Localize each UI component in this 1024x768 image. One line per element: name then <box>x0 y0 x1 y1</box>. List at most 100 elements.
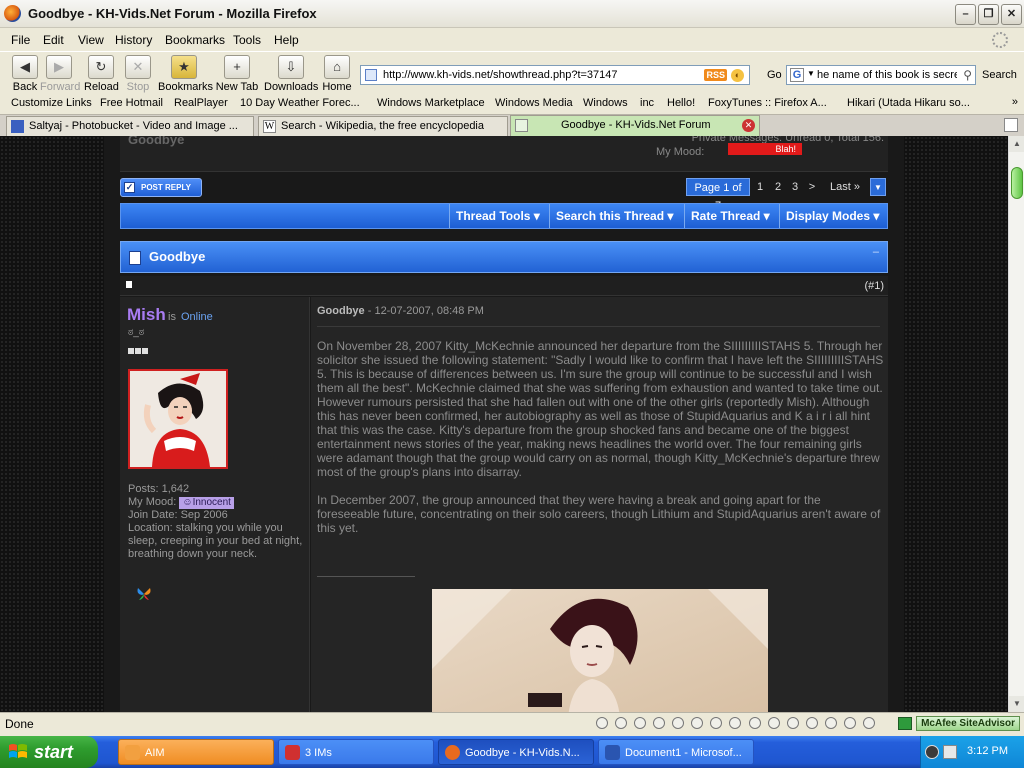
user-avatar[interactable] <box>128 369 228 469</box>
bookmarks-button[interactable]: ★ Bookmarks <box>158 55 213 93</box>
media-control-icon[interactable] <box>824 717 837 729</box>
rate-thread-menu[interactable]: Rate Thread ▾ <box>684 204 779 228</box>
collapse-button[interactable]: – <box>873 246 879 258</box>
bookmark-item[interactable]: Free Hotmail <box>100 97 163 109</box>
back-button[interactable]: ◀ Back <box>10 55 40 93</box>
start-button[interactable]: start <box>0 736 98 768</box>
scrollbar-thumb[interactable] <box>1011 167 1023 199</box>
msn-butterfly-icon[interactable] <box>136 587 152 601</box>
search-button[interactable]: Search <box>982 69 1017 81</box>
bookmark-item[interactable]: Customize Links <box>11 97 92 109</box>
downloads-label: Downloads <box>264 81 319 93</box>
media-control-icon[interactable] <box>862 717 875 729</box>
siteadvisor-icon[interactable] <box>898 717 912 730</box>
page-link[interactable]: 1 <box>754 178 766 196</box>
menu-edit[interactable]: Edit <box>43 33 64 47</box>
media-control-icon[interactable] <box>615 717 628 729</box>
vertical-scrollbar[interactable]: ▲ ▼ <box>1008 136 1024 712</box>
media-control-icon[interactable] <box>805 717 818 729</box>
start-label: start <box>34 742 74 762</box>
media-control-icon[interactable] <box>786 717 799 729</box>
forward-button[interactable]: ▶ Forward <box>40 55 80 93</box>
media-control-icon[interactable] <box>748 717 761 729</box>
user-post-count: Posts: 1,642 <box>128 483 190 495</box>
maximize-button[interactable]: ❐ <box>978 4 999 25</box>
media-control-icon[interactable] <box>596 717 608 729</box>
taskbar-item-firefox[interactable]: Goodbye - KH-Vids.N... <box>438 739 594 765</box>
tray-security-icon[interactable] <box>943 745 957 759</box>
feed-icon[interactable]: ◐ <box>731 69 744 82</box>
taskbar-item-word[interactable]: Document1 - Microsof... <box>598 739 754 765</box>
rss-icon[interactable]: RSS <box>704 69 727 81</box>
stop-button[interactable]: ✕ Stop <box>124 55 152 93</box>
new-tab-button[interactable]: + New Tab <box>215 55 259 93</box>
media-control-icon[interactable] <box>710 717 723 729</box>
bookmark-item[interactable]: Hikari (Utada Hikaru so... <box>847 97 970 109</box>
thread-tools-menu[interactable]: Thread Tools ▾ <box>449 204 548 228</box>
media-control-icon[interactable] <box>729 717 742 729</box>
go-button[interactable]: Go <box>767 69 782 81</box>
menu-history[interactable]: History <box>115 33 152 47</box>
bookmark-item[interactable]: 10 Day Weather Forec... <box>240 97 360 109</box>
tab-goodbye-forum[interactable]: Goodbye - KH-Vids.Net Forum ✕ <box>510 115 760 136</box>
taskbar-item-aim[interactable]: AIM <box>118 739 274 765</box>
media-control-icon[interactable] <box>691 717 704 729</box>
menu-bookmarks[interactable]: Bookmarks <box>165 33 225 47</box>
last-page-link[interactable]: Last » <box>824 178 866 196</box>
tray-arrow-icon[interactable] <box>925 745 939 759</box>
reload-button[interactable]: ↻ Reload <box>84 55 119 93</box>
media-control-icon[interactable] <box>634 717 647 729</box>
downloads-button[interactable]: ⇩ Downloads <box>264 55 318 93</box>
home-label: Home <box>322 81 352 93</box>
search-thread-menu[interactable]: Search this Thread ▾ <box>549 204 683 228</box>
search-icon[interactable]: ⚲ <box>963 68 972 82</box>
tab-photobucket[interactable]: Saltyaj - Photobucket - Video and Image … <box>6 116 254 136</box>
page-link[interactable]: 3 <box>789 178 801 196</box>
display-modes-menu[interactable]: Display Modes ▾ <box>779 204 887 228</box>
bookmark-item[interactable]: Windows Marketplace <box>377 97 485 109</box>
media-control-icon[interactable] <box>843 717 856 729</box>
page-link[interactable]: 2 <box>772 178 784 196</box>
firefox-icon <box>445 745 460 760</box>
media-control-icon[interactable] <box>767 717 780 729</box>
username-link[interactable]: Mish <box>127 305 166 325</box>
close-tab-icon[interactable]: ✕ <box>742 119 755 132</box>
chevron-down-icon[interactable]: ▼ <box>807 69 815 78</box>
menu-tools[interactable]: Tools <box>233 33 261 47</box>
google-icon[interactable]: G <box>790 68 804 82</box>
menu-bar: File Edit View History Bookmarks Tools H… <box>0 29 1024 51</box>
scroll-down-icon[interactable]: ▼ <box>1009 696 1024 712</box>
bookmark-item[interactable]: inc <box>640 97 654 109</box>
stop-label: Stop <box>126 81 150 93</box>
scroll-up-icon[interactable]: ▲ <box>1009 136 1024 152</box>
bookmarks-overflow-button[interactable]: » <box>1012 96 1018 108</box>
breadcrumb-thread-title[interactable]: Goodbye <box>128 136 184 147</box>
taskbar-item-ims[interactable]: 3 IMs <box>278 739 434 765</box>
bookmark-item[interactable]: FoxyTunes :: Firefox A... <box>708 97 827 109</box>
menu-help[interactable]: Help <box>274 33 299 47</box>
page-dropdown-icon[interactable]: ▼ <box>870 178 886 196</box>
search-field[interactable]: G ▼ he name of this book is secre ⚲ <box>786 65 976 85</box>
menu-file[interactable]: File <box>11 33 30 47</box>
bookmark-item[interactable]: Windows <box>583 97 628 109</box>
post-reply-button[interactable]: ✓ POST REPLY <box>120 178 202 197</box>
minimize-button[interactable]: – <box>955 4 976 25</box>
online-status: Online <box>181 311 213 323</box>
checkmark-icon: ✓ <box>124 182 135 193</box>
user-title: ಠ_ಠ <box>128 327 145 338</box>
address-bar[interactable]: http://www.kh-vids.net/showthread.php?t=… <box>360 65 750 85</box>
media-control-icon[interactable] <box>672 717 685 729</box>
close-button[interactable]: ✕ <box>1001 4 1022 25</box>
home-button[interactable]: ⌂ Home <box>322 55 352 93</box>
next-page-link[interactable]: > <box>806 178 818 196</box>
page-viewport: Goodbye Private Messages: Unread 0, Tota… <box>0 136 1008 712</box>
bookmark-item[interactable]: Hello! <box>667 97 695 109</box>
mcafee-siteadvisor-button[interactable]: McAfee SiteAdvisor <box>916 716 1020 731</box>
bookmark-item[interactable]: Windows Media <box>495 97 573 109</box>
menu-view[interactable]: View <box>78 33 104 47</box>
bookmark-item[interactable]: RealPlayer <box>174 97 228 109</box>
tab-wikipedia[interactable]: W Search - Wikipedia, the free encyclope… <box>258 116 508 136</box>
media-control-icon[interactable] <box>653 717 666 729</box>
post-number-link[interactable]: (#1) <box>864 280 884 292</box>
list-all-tabs-icon[interactable] <box>1004 118 1018 132</box>
